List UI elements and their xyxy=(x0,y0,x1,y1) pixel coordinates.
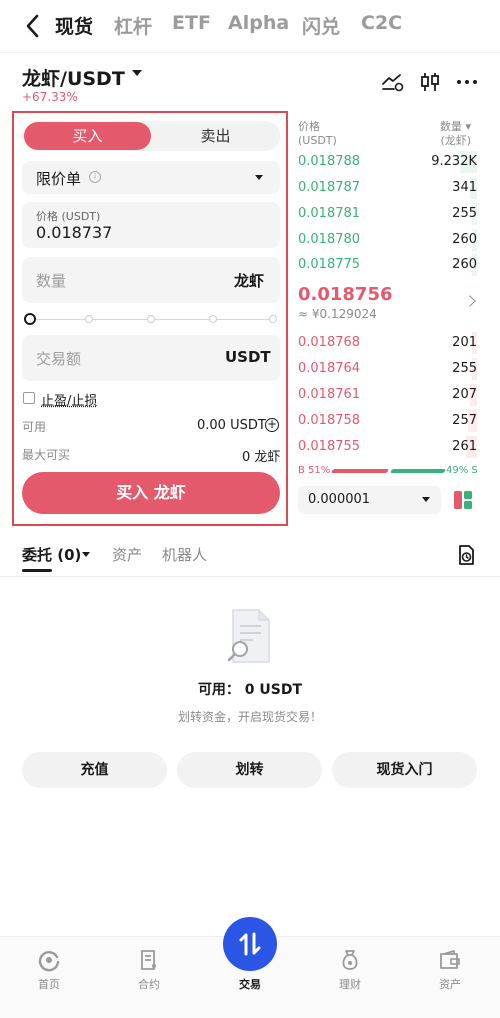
bid-qty: 201 xyxy=(452,335,477,350)
bid-qty: 257 xyxy=(452,413,477,428)
tab-assets[interactable]: 资产 xyxy=(112,544,142,565)
orders-dropdown-icon[interactable] xyxy=(82,552,90,557)
tab-c2c[interactable]: C2C xyxy=(361,12,402,34)
spot-guide-button[interactable]: 现货入门 xyxy=(332,752,477,788)
finance-icon[interactable] xyxy=(338,948,362,972)
tab-margin[interactable]: 杠杆 xyxy=(114,12,152,39)
ask-price[interactable]: 0.018788 xyxy=(298,154,360,169)
bid-qty: 255 xyxy=(452,361,477,376)
nav-contracts[interactable]: 合约 xyxy=(119,976,179,992)
bid-price[interactable]: 0.018761 xyxy=(298,387,360,402)
wallet-icon[interactable] xyxy=(438,948,462,972)
slider-mark-25[interactable] xyxy=(85,315,93,323)
orderbook-layout-icon[interactable] xyxy=(452,489,474,511)
candlestick-chart-icon[interactable] xyxy=(418,70,442,94)
ask-qty: 341 xyxy=(452,180,477,195)
bid-qty: 261 xyxy=(452,439,477,454)
order-type-dropdown-icon xyxy=(255,175,263,180)
last-price[interactable]: 0.018756 xyxy=(298,284,393,305)
bid-price[interactable]: 0.018755 xyxy=(298,439,360,454)
swap-arrows-icon xyxy=(239,932,261,956)
tab-alpha[interactable]: Alpha xyxy=(228,12,289,34)
sell-ratio: 49% S xyxy=(446,465,478,476)
orderbook-price-header: 价格 (USDT) xyxy=(298,120,337,147)
nav-home[interactable]: 首页 xyxy=(19,976,79,992)
available-value: 0.00 USDT xyxy=(197,418,266,433)
top-divider xyxy=(0,52,500,53)
amount-unit: USDT xyxy=(225,348,271,366)
nav-trade[interactable]: 交易 xyxy=(220,976,280,992)
sell-ratio-bar xyxy=(389,469,447,473)
pair-selector[interactable]: 龙虾/USDT xyxy=(22,64,125,91)
active-tab-indicator xyxy=(22,569,52,572)
tab-bots[interactable]: 机器人 xyxy=(162,544,207,565)
precision-value: 0.000001 xyxy=(308,492,371,507)
amount-slider-handle[interactable] xyxy=(24,313,36,325)
sell-tab[interactable]: 卖出 xyxy=(152,122,279,150)
order-type-label: 限价单 xyxy=(36,170,82,188)
pair-dropdown-icon[interactable] xyxy=(132,70,142,76)
bid-price[interactable]: 0.018764 xyxy=(298,361,360,376)
buy-submit-button[interactable]: 买入 龙虾 xyxy=(22,472,280,514)
amount-placeholder: 交易额 xyxy=(36,350,82,368)
buy-tab[interactable]: 买入 xyxy=(24,122,151,150)
transfer-button[interactable]: 划转 xyxy=(177,752,322,788)
buy-ratio-bar xyxy=(330,469,390,473)
precision-select[interactable]: 0.000001 xyxy=(298,486,441,514)
max-buy-value: 0 龙虾 xyxy=(242,450,281,465)
slider-mark-75[interactable] xyxy=(209,315,217,323)
bid-price[interactable]: 0.018768 xyxy=(298,335,360,350)
tab-spot[interactable]: 现货 xyxy=(55,12,93,39)
quantity-placeholder: 数量 xyxy=(36,272,67,290)
more-options-icon[interactable] xyxy=(455,70,479,94)
slider-mark-50[interactable] xyxy=(147,315,155,323)
ask-qty: 260 xyxy=(452,257,477,272)
slider-mark-100[interactable] xyxy=(269,315,277,323)
order-history-icon[interactable] xyxy=(456,544,476,566)
add-funds-icon[interactable]: + xyxy=(265,418,279,432)
max-buy-label: 最大可买 xyxy=(22,448,71,462)
tab-open-orders[interactable]: 委托 (0) xyxy=(22,544,81,565)
empty-hint-text: 划转资金，开启现货交易！ xyxy=(177,710,322,724)
buy-ratio: B 51% xyxy=(298,465,331,476)
tpsl-checkbox[interactable] xyxy=(23,392,35,404)
top-navigation: 现货 杠杆 ETF Alpha 闪兑 C2C xyxy=(0,0,500,52)
back-arrow-icon[interactable] xyxy=(22,12,44,40)
ask-price[interactable]: 0.018781 xyxy=(298,206,360,221)
info-icon[interactable]: i xyxy=(89,171,101,183)
tab-etf[interactable]: ETF xyxy=(172,12,211,34)
tpsl-label[interactable]: 止盈/止损 xyxy=(41,390,97,409)
nav-assets[interactable]: 资产 xyxy=(420,976,480,992)
price-change: +67.33% xyxy=(22,90,78,104)
price-field-label: 价格 (USDT) xyxy=(36,210,101,223)
chevron-right-icon[interactable] xyxy=(464,295,476,307)
price-alert-icon[interactable] xyxy=(381,70,405,94)
price-input[interactable] xyxy=(36,223,266,242)
available-label: 可用 xyxy=(22,420,47,434)
ask-qty: 260 xyxy=(452,232,477,247)
last-price-cny: ≈ ¥0.129024 xyxy=(298,307,377,321)
section-divider xyxy=(0,576,500,577)
precision-dropdown-icon xyxy=(422,497,430,502)
nav-finance[interactable]: 理财 xyxy=(320,976,380,992)
quantity-unit: 龙虾 xyxy=(234,272,265,290)
empty-available-text: 可用： 0 USDT xyxy=(197,682,303,698)
ask-qty: 255 xyxy=(452,206,477,221)
empty-document-icon xyxy=(227,609,270,663)
deposit-button[interactable]: 充值 xyxy=(22,752,167,788)
home-icon[interactable] xyxy=(37,948,61,972)
tab-convert[interactable]: 闪兑 xyxy=(302,12,340,39)
bid-qty: 207 xyxy=(452,387,477,402)
ask-price[interactable]: 0.018780 xyxy=(298,232,360,247)
bid-price[interactable]: 0.018758 xyxy=(298,413,360,428)
ask-price[interactable]: 0.018787 xyxy=(298,180,360,195)
ask-qty: 9.232K xyxy=(431,154,477,169)
orderbook-qty-header: 数量 ▾ (龙虾) xyxy=(440,120,472,147)
contracts-icon[interactable] xyxy=(137,948,161,972)
ask-price[interactable]: 0.018775 xyxy=(298,257,360,272)
